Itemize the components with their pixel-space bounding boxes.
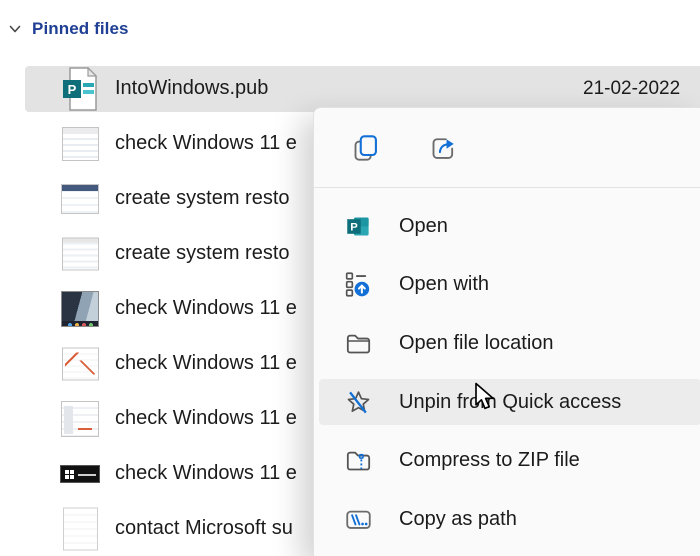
file-name: contact Microsoft su [115,517,293,539]
windows-logo-thumbnail [60,464,100,483]
menu-item-copy-as-path[interactable]: Copy as path [319,490,700,548]
svg-text:P: P [68,82,77,97]
screenshot-thumbnail [60,237,100,270]
svg-text:P: P [350,221,358,233]
copy-icon [354,134,377,161]
open-with-icon [345,271,372,298]
file-name: check Windows 11 e [115,297,297,319]
menu-item-label: Compress to ZIP file [399,448,580,471]
copy-button[interactable] [346,128,386,168]
screenshot-thumbnail [60,400,100,437]
menu-item-compress-to-zip[interactable]: Compress to ZIP file [319,431,700,489]
menu-item-unpin-from-quick-access[interactable]: Unpin from Quick access [319,379,700,425]
menu-divider [314,187,700,188]
file-name: check Windows 11 e [115,132,297,154]
unpin-star-icon [345,389,372,416]
chevron-down-icon [9,25,21,33]
screenshot-thumbnail [60,290,100,327]
menu-item-label: Copy as path [399,507,517,530]
folder-icon [345,330,372,357]
file-name: check Windows 11 e [115,462,297,484]
menu-item-label: Unpin from Quick access [399,390,622,413]
publisher-document-icon: P [60,66,100,111]
menu-item-label: Open with [399,272,490,295]
menu-item-open[interactable]: P Open [319,197,700,255]
menu-item-open-with[interactable]: Open with [319,255,700,313]
section-title: Pinned files [32,19,129,38]
context-menu: P Open Open with Open file location Unpi… [313,107,700,556]
menu-item-label: Open [399,214,448,237]
file-name: check Windows 11 e [115,407,297,429]
pinned-files-header[interactable]: Pinned files [8,18,129,40]
file-name: IntoWindows.pub [115,77,269,99]
share-icon [432,137,454,159]
menu-item-open-file-location[interactable]: Open file location [319,314,700,372]
copy-path-icon [345,506,372,533]
document-thumbnail [60,507,100,550]
file-name: create system resto [115,242,290,264]
zip-folder-icon [345,447,372,474]
screenshot-thumbnail [60,347,100,380]
file-name: check Windows 11 e [115,352,297,374]
publisher-app-icon: P [345,213,372,240]
file-name: create system resto [115,187,290,209]
screenshot-thumbnail [60,126,100,161]
screenshot-thumbnail [60,183,100,214]
share-button[interactable] [424,128,464,168]
menu-item-label: Open file location [399,331,554,354]
quick-actions-row [314,108,700,187]
